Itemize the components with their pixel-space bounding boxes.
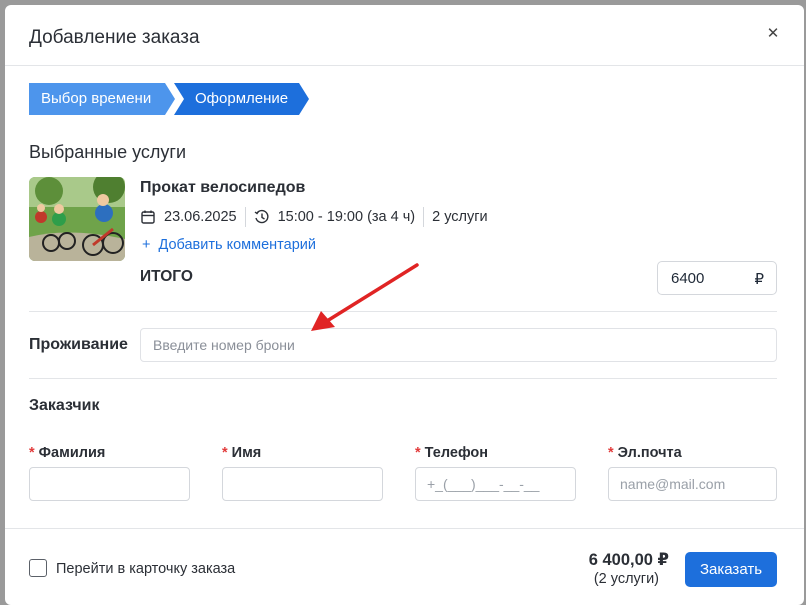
email-label-text: Эл.почта xyxy=(617,445,682,461)
required-mark: * xyxy=(608,445,614,461)
lastname-label-text: Фамилия xyxy=(38,445,106,461)
modal-title: Добавление заказа xyxy=(29,27,200,48)
divider xyxy=(29,378,777,379)
meta-divider xyxy=(423,207,425,227)
add-comment-label: Добавить комментарий xyxy=(158,237,316,253)
firstname-label-text: Имя xyxy=(231,445,262,461)
step-time-selection[interactable]: Выбор времени xyxy=(29,83,175,115)
order-services-count: (2 услуги) xyxy=(593,571,659,587)
stay-label: Проживание xyxy=(29,336,128,353)
firstname-input[interactable] xyxy=(222,467,383,501)
service-name: Прокат велосипедов xyxy=(140,179,306,196)
lastname-label: * Фамилия xyxy=(29,445,105,461)
email-label: * Эл.почта xyxy=(608,445,682,461)
service-time: 15:00 - 19:00 (за 4 ч) xyxy=(277,209,416,225)
order-total-amount: 6 400,00 ₽ xyxy=(588,551,669,569)
open-order-card-checkbox[interactable] xyxy=(29,559,47,577)
booking-number-input[interactable] xyxy=(140,328,777,362)
order-button[interactable]: Заказать xyxy=(685,552,777,587)
meta-divider xyxy=(244,207,246,227)
total-value: 6400 xyxy=(671,270,705,287)
phone-input[interactable] xyxy=(415,467,576,501)
total-label: ИТОГО xyxy=(140,268,193,285)
firstname-label: * Имя xyxy=(222,445,261,461)
service-thumbnail xyxy=(29,177,125,261)
step-checkout[interactable]: Оформление xyxy=(174,83,309,115)
email-input[interactable] xyxy=(608,467,777,501)
add-order-modal: Добавление заказа ✕ Выбор времени Оформл… xyxy=(5,5,804,605)
service-count: 2 услуги xyxy=(432,209,488,225)
modal-header: Добавление заказа ✕ xyxy=(5,5,804,66)
plus-icon: + xyxy=(142,237,151,253)
currency-symbol: ₽ xyxy=(754,271,764,288)
service-date: 23.06.2025 xyxy=(164,209,237,225)
modal-footer: Перейти в карточку заказа 6 400,00 ₽ (2 … xyxy=(5,528,804,605)
open-order-card-label[interactable]: Перейти в карточку заказа xyxy=(56,561,235,577)
customer-title: Заказчик xyxy=(29,397,100,414)
required-mark: * xyxy=(222,445,228,461)
phone-label: * Телефон xyxy=(415,445,488,461)
calendar-icon xyxy=(140,209,156,225)
clock-history-icon xyxy=(254,209,270,225)
required-mark: * xyxy=(29,445,35,461)
add-comment-link[interactable]: + Добавить комментарий xyxy=(142,237,316,253)
service-meta: 23.06.2025 15:00 - 19:00 (за 4 ч) 2 услу… xyxy=(140,207,488,227)
lastname-input[interactable] xyxy=(29,467,190,501)
annotation-arrow-icon xyxy=(311,263,419,331)
required-mark: * xyxy=(415,445,421,461)
close-icon[interactable]: ✕ xyxy=(766,26,780,41)
selected-services-title: Выбранные услуги xyxy=(29,142,187,162)
phone-label-text: Телефон xyxy=(424,445,489,461)
total-field[interactable]: 6400 ₽ xyxy=(657,261,777,295)
